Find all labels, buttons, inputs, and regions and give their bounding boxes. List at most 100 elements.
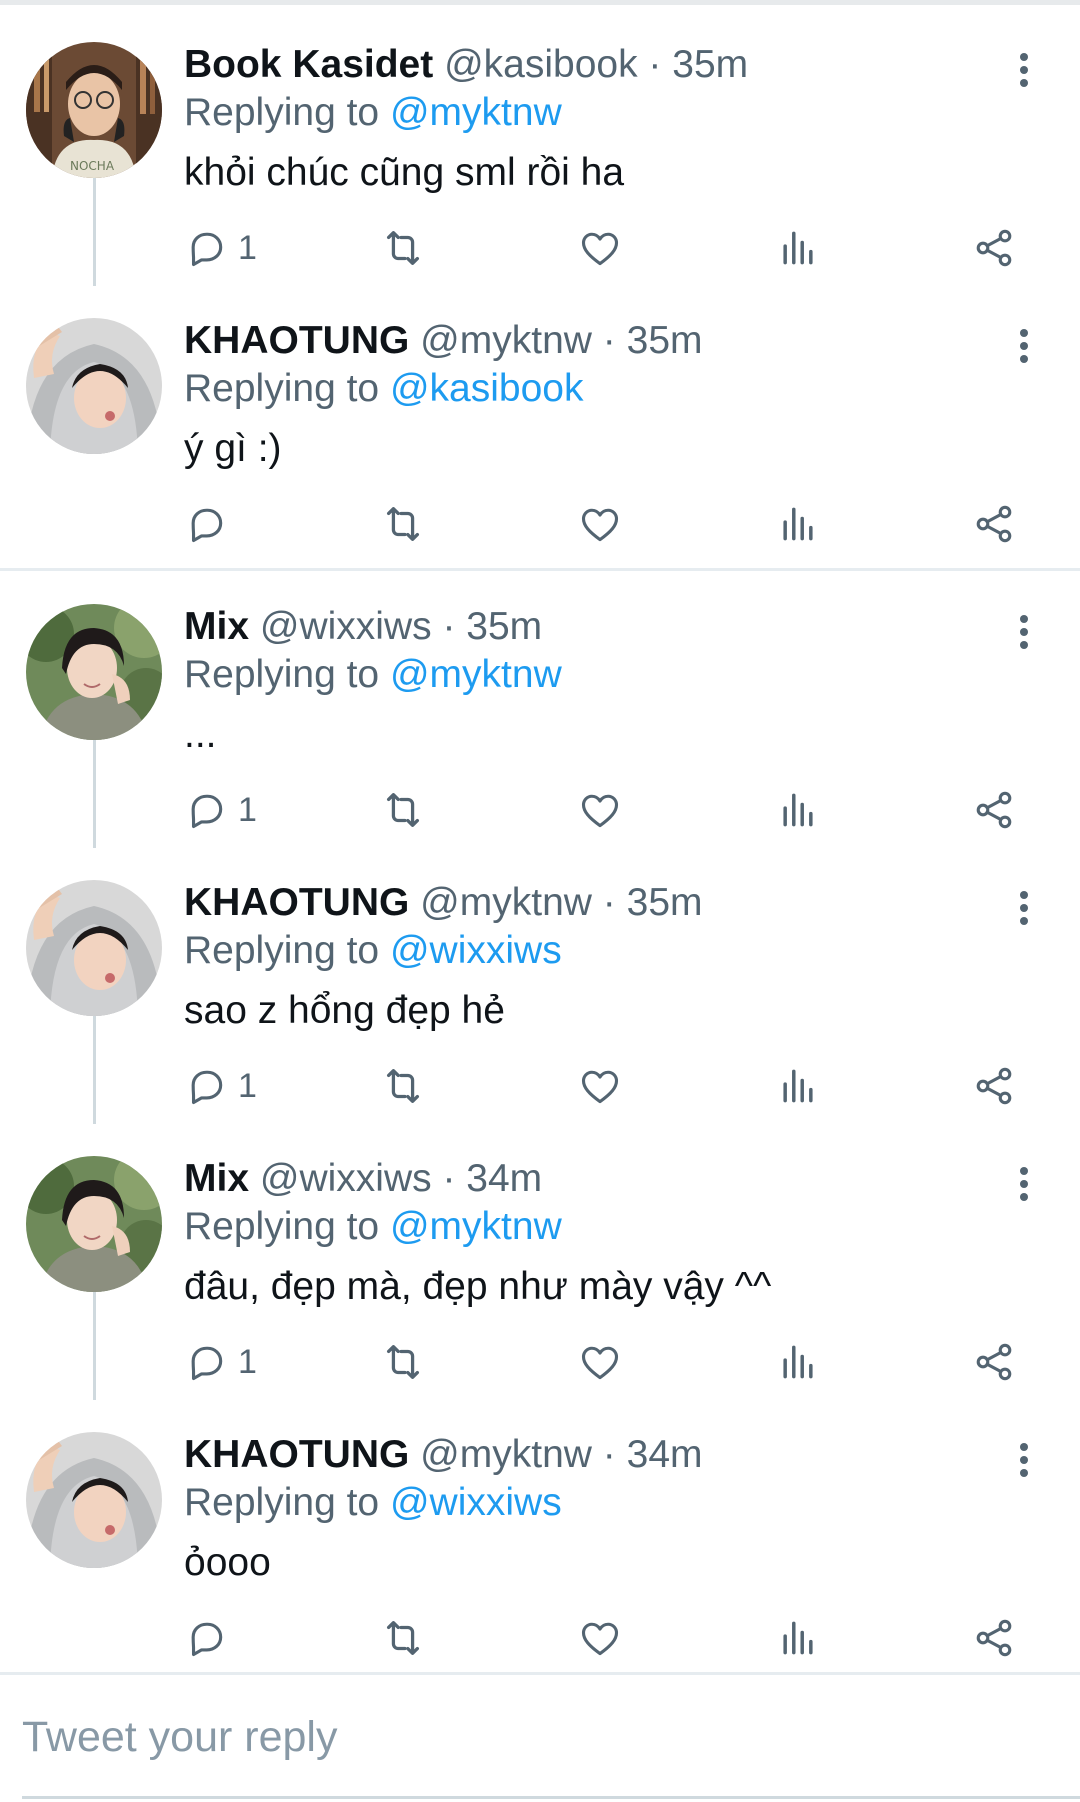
handle[interactable]: @myktnw [420, 881, 592, 924]
like-button[interactable] [578, 780, 622, 840]
mention-link[interactable]: @myktnw [390, 1205, 562, 1248]
views-button[interactable] [776, 494, 820, 554]
views-icon [783, 231, 813, 265]
share-button[interactable] [972, 494, 1016, 554]
retweet-button[interactable] [380, 494, 426, 554]
tweet[interactable]: KHAOTUNG @myktnw · 34m Replying to @wixx… [0, 1400, 1080, 1676]
reply-icon [191, 1622, 223, 1657]
timestamp[interactable]: 35m [627, 319, 703, 362]
retweet-button[interactable] [380, 780, 426, 840]
more-options-button[interactable] [1004, 326, 1044, 374]
tweet-text: sao z hổng đẹp hẻ [184, 989, 505, 1032]
heart-icon [581, 1346, 619, 1380]
more-options-button[interactable] [1004, 1164, 1044, 1212]
avatar[interactable] [26, 880, 162, 1016]
like-button[interactable] [578, 1608, 622, 1668]
handle[interactable]: @wixxiws [260, 605, 432, 648]
display-name[interactable]: KHAOTUNG [184, 319, 409, 362]
more-options-button[interactable] [1004, 888, 1044, 936]
more-options-button[interactable] [1004, 50, 1044, 98]
more-vertical-icon [1004, 891, 1044, 925]
display-name[interactable]: KHAOTUNG [184, 881, 409, 924]
mix-avatar [26, 1156, 162, 1292]
timestamp[interactable]: 35m [627, 881, 703, 924]
avatar[interactable] [26, 604, 162, 740]
share-button[interactable] [972, 218, 1016, 278]
mention-link[interactable]: @wixxiws [390, 1481, 562, 1524]
tweet-header: KHAOTUNG @myktnw · 35m [184, 878, 703, 928]
display-name[interactable]: Mix [184, 1157, 249, 1200]
avatar[interactable] [26, 1432, 162, 1568]
avatar[interactable] [26, 1156, 162, 1292]
views-button[interactable] [776, 1332, 820, 1392]
thread-divider [0, 568, 1080, 571]
more-options-button[interactable] [1004, 612, 1044, 660]
tweet[interactable]: Mix @wixxiws · 34m Replying to @myktnw đ… [0, 1124, 1080, 1400]
more-vertical-icon [1004, 329, 1044, 363]
like-button[interactable] [578, 218, 622, 278]
avatar[interactable] [26, 318, 162, 454]
retweet-button[interactable] [380, 1056, 426, 1116]
mix-avatar [26, 604, 162, 740]
tweet-header: Mix @wixxiws · 34m [184, 1154, 542, 1204]
mention-link[interactable]: @wixxiws [390, 929, 562, 972]
tweet-actions [0, 494, 1080, 554]
display-name[interactable]: KHAOTUNG [184, 1433, 409, 1476]
tweet[interactable]: Mix @wixxiws · 35m Replying to @myktnw .… [0, 572, 1080, 848]
handle[interactable]: @myktnw [420, 319, 592, 362]
share-button[interactable] [972, 780, 1016, 840]
reply-icon [191, 508, 223, 543]
share-icon [976, 1067, 1012, 1105]
timestamp[interactable]: 35m [466, 605, 542, 648]
views-button[interactable] [776, 780, 820, 840]
retweet-button[interactable] [380, 218, 426, 278]
timestamp[interactable]: 34m [466, 1157, 542, 1200]
timestamp[interactable]: 35m [672, 43, 748, 86]
timestamp[interactable]: 34m [627, 1433, 703, 1476]
mention-link[interactable]: @kasibook [390, 367, 584, 410]
reply-button[interactable]: 1 [184, 218, 257, 278]
share-button[interactable] [972, 1608, 1016, 1668]
share-button[interactable] [972, 1332, 1016, 1392]
views-icon [783, 1345, 813, 1379]
handle[interactable]: @wixxiws [260, 1157, 432, 1200]
reply-button[interactable]: 1 [184, 780, 257, 840]
reply-icon [191, 794, 223, 829]
tweet[interactable]: NOCHA Book Kasidet @kasibook · 35m Reply… [0, 10, 1080, 286]
reply-button[interactable] [184, 1608, 238, 1668]
heart-icon [581, 1622, 619, 1656]
more-vertical-icon [1004, 1167, 1044, 1201]
mention-link[interactable]: @myktnw [390, 91, 562, 134]
reply-button[interactable]: 1 [184, 1056, 257, 1116]
retweet-icon [386, 1621, 420, 1655]
handle[interactable]: @kasibook [444, 43, 638, 86]
like-button[interactable] [578, 494, 622, 554]
avatar[interactable]: NOCHA [26, 42, 162, 178]
tweet[interactable]: KHAOTUNG @myktnw · 35m Replying to @wixx… [0, 848, 1080, 1124]
retweet-button[interactable] [380, 1608, 426, 1668]
views-button[interactable] [776, 1608, 820, 1668]
share-icon [976, 229, 1012, 267]
tweet-text: ỏooo [184, 1541, 271, 1584]
views-button[interactable] [776, 218, 820, 278]
meta-separator: · [648, 43, 662, 86]
mention-link[interactable]: @myktnw [390, 653, 562, 696]
tweet-actions [0, 1608, 1080, 1668]
retweet-button[interactable] [380, 1332, 426, 1392]
like-button[interactable] [578, 1056, 622, 1116]
display-name[interactable]: Mix [184, 605, 249, 648]
display-name[interactable]: Book Kasidet [184, 43, 433, 86]
reply-count: 1 [238, 1342, 257, 1381]
tweet-text: khỏi chúc cũng sml rồi ha [184, 151, 625, 194]
reply-input[interactable] [22, 1705, 1022, 1769]
reply-button[interactable]: 1 [184, 1332, 257, 1392]
tweet[interactable]: KHAOTUNG @myktnw · 35m Replying to @kasi… [0, 286, 1080, 562]
share-button[interactable] [972, 1056, 1016, 1116]
more-options-button[interactable] [1004, 1440, 1044, 1488]
handle[interactable]: @myktnw [420, 1433, 592, 1476]
like-button[interactable] [578, 1332, 622, 1392]
views-button[interactable] [776, 1056, 820, 1116]
reply-button[interactable] [184, 494, 238, 554]
reply-count: 1 [238, 228, 257, 267]
tweet-actions: 1 [0, 1332, 1080, 1392]
